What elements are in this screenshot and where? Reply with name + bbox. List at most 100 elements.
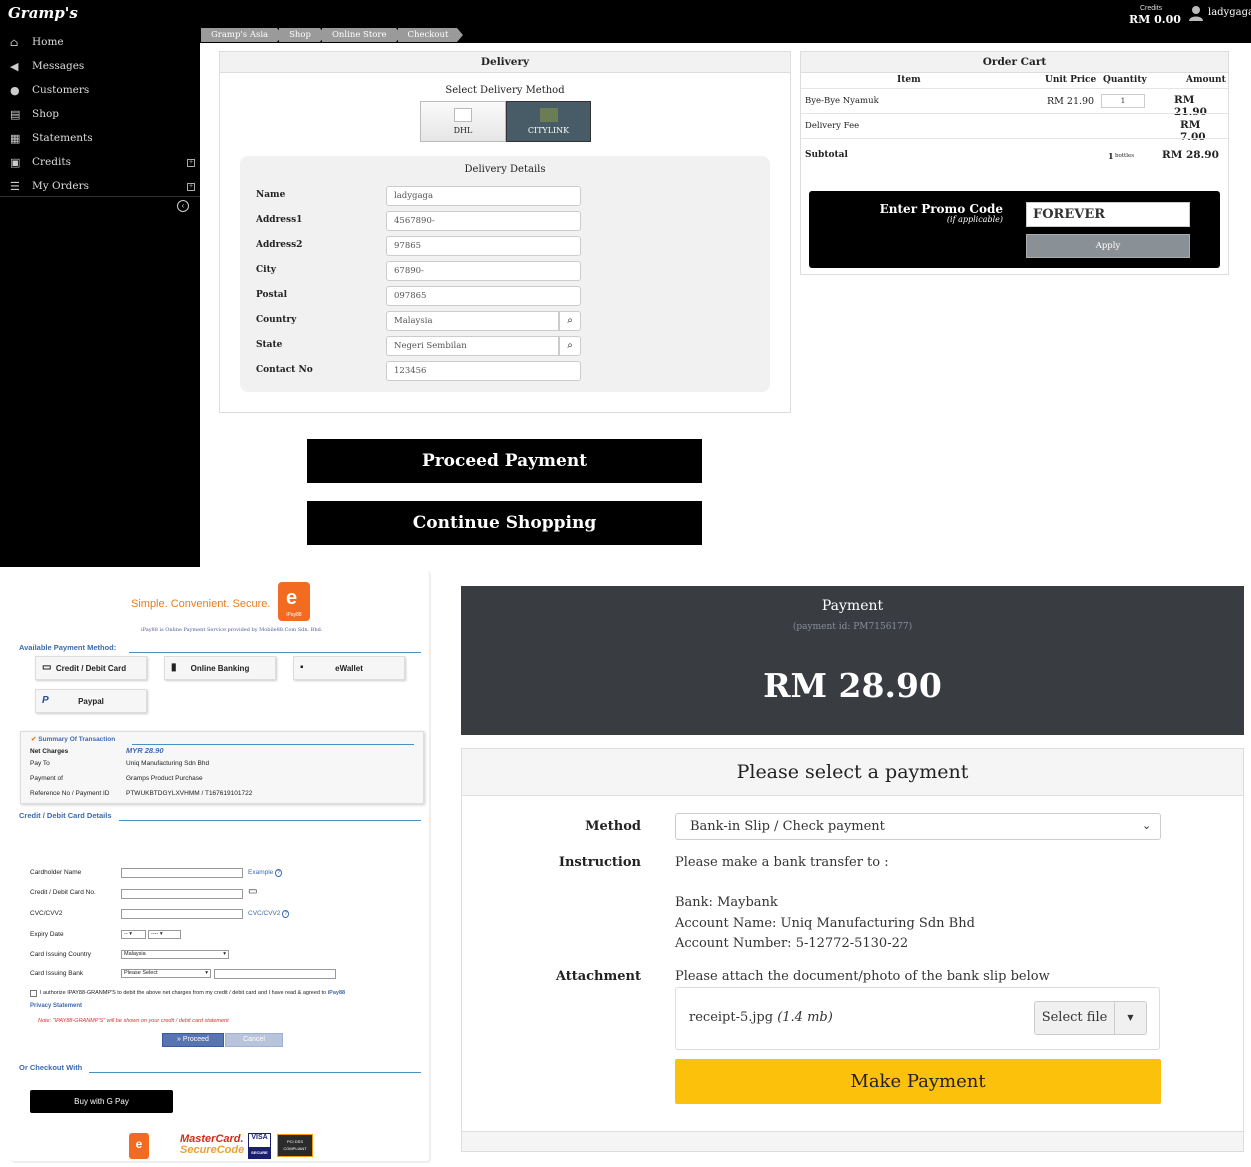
sidebar-item-label: Statements	[32, 132, 93, 144]
securecode-text: SecureCode	[180, 1144, 245, 1156]
order-cart-panel: Order Cart Item Unit Price Quantity Amou…	[800, 51, 1229, 275]
file-size: (1.4 mb)	[777, 1010, 833, 1025]
country-search-icon[interactable]: ⌕	[559, 311, 581, 331]
sidebar-item-messages[interactable]: ◀ Messages	[0, 57, 200, 81]
example-link[interactable]: Example ?	[248, 869, 282, 877]
ewallet-tile[interactable]: ▪ eWallet	[293, 656, 405, 680]
method-label: Method	[585, 819, 641, 834]
breadcrumb-item[interactable]: Shop	[279, 28, 326, 42]
citylink-method-button[interactable]: CITYLINK	[506, 101, 591, 142]
privacy-statement-link[interactable]: Privacy Statement	[30, 1003, 82, 1009]
expand-icon[interactable]: +	[187, 183, 195, 191]
paypal-tile[interactable]: P Paypal	[35, 689, 147, 713]
address2-input[interactable]: 97865	[386, 236, 581, 256]
sidebar-item-shop[interactable]: ▤ Shop	[0, 105, 200, 129]
name-input[interactable]: ladygaga	[386, 186, 581, 206]
user-avatar-icon[interactable]	[1189, 5, 1203, 21]
user-name[interactable]: ladygaga	[1208, 7, 1251, 18]
attached-file: receipt-5.jpg (1.4 mb)	[689, 1010, 833, 1025]
available-methods-title: Available Payment Method:	[19, 643, 117, 652]
continue-shopping-button[interactable]: Continue Shopping	[307, 501, 702, 545]
ipay-proceed-button[interactable]: » Proceed	[162, 1033, 224, 1047]
divider	[801, 138, 1228, 139]
gramps-logo[interactable]: Gramp's	[8, 4, 78, 22]
proceed-payment-button[interactable]: Proceed Payment	[307, 439, 702, 483]
order-cart-title: Order Cart	[801, 52, 1228, 73]
select-file-button-group: Select file ▼	[1034, 1001, 1147, 1035]
promo-code-input[interactable]: FOREVER	[1026, 202, 1190, 227]
card-number-input[interactable]	[121, 889, 243, 899]
issuing-bank-select[interactable]: Please Select ▾	[121, 969, 211, 978]
breadcrumb-item[interactable]: Online Store	[321, 28, 402, 42]
payment-id: (payment id: PM7156177)	[792, 622, 913, 632]
online-banking-tile[interactable]: ▮ Online Banking	[164, 656, 276, 680]
delivery-fee-amount: RM 7.00	[1180, 119, 1206, 143]
caret-down-icon[interactable]: ▼	[1115, 1002, 1146, 1034]
visa-secure-text: SECURE	[249, 1147, 270, 1158]
country-input[interactable]: Malaysia	[386, 311, 559, 331]
city-input[interactable]: 67890-	[386, 261, 581, 281]
transaction-summary-box: ✔ Summary Of Transaction Net Charges MYR…	[20, 731, 424, 804]
attachment-hint: Please attach the document/photo of the …	[675, 969, 1050, 984]
postal-label: Postal	[256, 290, 288, 300]
issuing-country-label: Card Issuing Country	[30, 951, 92, 958]
expiry-year-select[interactable]: ---- ▾	[148, 930, 181, 939]
sidebar-item-customers[interactable]: ● Customers	[0, 81, 200, 105]
quantity-input[interactable]: 1	[1101, 94, 1145, 108]
issuing-bank-other-input[interactable]	[214, 969, 336, 979]
pay-to-label: Pay To	[30, 760, 50, 767]
expiry-month-select[interactable]: -- ▾	[121, 930, 146, 939]
net-charges-value: MYR 28.90	[126, 746, 164, 755]
cvc-help-link[interactable]: CVC/CVV2 ?	[248, 910, 290, 918]
sidebar-item-statements[interactable]: ▦ Statements	[0, 129, 200, 153]
select-file-button[interactable]: Select file	[1035, 1002, 1115, 1034]
breadcrumb: Gramp's Asia Shop Online Store Checkout	[201, 28, 464, 42]
divider	[89, 1072, 421, 1073]
make-payment-button[interactable]: Make Payment	[675, 1059, 1161, 1104]
delivery-details-title: Delivery Details	[464, 164, 546, 175]
subtotal-quantity-unit: bottles	[1115, 153, 1135, 159]
sidebar-item-label: Credits	[32, 156, 71, 168]
issuing-country-select[interactable]: Malaysia ▾	[121, 950, 229, 959]
sidebar-divider	[0, 196, 200, 197]
cvc-input[interactable]	[121, 909, 243, 919]
sidebar-item-home[interactable]: ⌂ Home	[0, 33, 200, 57]
method-label: DHL	[453, 126, 473, 135]
attachment-label: Attachment	[555, 969, 641, 984]
dhl-method-button[interactable]: DHL	[420, 101, 506, 142]
method-label: Paypal	[78, 697, 104, 706]
sidebar-item-my-orders[interactable]: ☰ My Orders +	[0, 177, 200, 201]
expand-icon[interactable]: +	[187, 159, 195, 167]
summary-title: ✔ Summary Of Transaction	[31, 735, 115, 743]
postal-input[interactable]: 097865	[386, 286, 581, 306]
cardholder-name-input[interactable]	[121, 868, 243, 878]
google-pay-button[interactable]: Buy with G Pay	[30, 1090, 173, 1113]
payment-amount: RM 28.90	[763, 666, 942, 705]
credit-debit-card-tile[interactable]: ▭ Credit / Debit Card	[35, 656, 147, 680]
authorize-checkbox[interactable]	[30, 990, 37, 997]
state-input[interactable]: Negeri Sembilan	[386, 336, 559, 356]
ipay-cancel-button[interactable]: Cancel	[225, 1033, 283, 1047]
sidebar-item-label: Shop	[32, 108, 59, 120]
summary-title-text: Summary Of Transaction	[38, 736, 116, 743]
breadcrumb-item[interactable]: Gramp's Asia	[201, 28, 284, 42]
address1-input[interactable]: 4567890-	[386, 211, 581, 231]
help-icon: ?	[282, 910, 290, 918]
ipay88-link[interactable]: iPay88	[328, 990, 345, 996]
payment-title: Payment	[821, 598, 884, 614]
cardholder-name-label: Cardholder Name	[30, 869, 82, 876]
sidebar-item-credits[interactable]: ▣ Credits +	[0, 153, 200, 177]
chevron-down-icon: ▾	[205, 970, 208, 976]
account-name: Account Name: Uniq Manufacturing Sdn Bhd	[675, 916, 975, 931]
contact-input[interactable]: 123456	[386, 361, 581, 381]
breadcrumb-item[interactable]: Checkout	[397, 28, 464, 42]
payment-method-value: Bank-in Slip / Check payment	[690, 819, 885, 834]
cart-item-price: RM 21.90	[1047, 96, 1095, 107]
ipay88-footer-logo-icon: e	[129, 1133, 149, 1159]
payment-method-select[interactable]: Bank-in Slip / Check payment ⌄	[675, 813, 1161, 840]
collapse-sidebar-icon[interactable]: ‹	[177, 200, 189, 212]
delivery-fee-label: Delivery Fee	[805, 121, 860, 131]
sidebar-item-label: Messages	[32, 60, 85, 72]
apply-promo-button[interactable]: Apply	[1026, 234, 1190, 258]
state-search-icon[interactable]: ⌕	[559, 336, 581, 356]
